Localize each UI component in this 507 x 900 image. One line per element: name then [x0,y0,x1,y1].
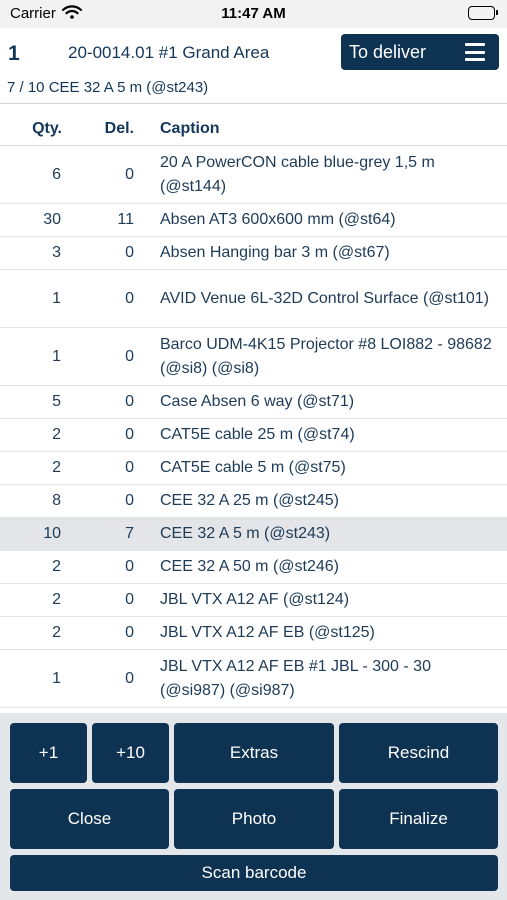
table-row[interactable]: 8 0 CEE 32 A 25 m (@st245) [0,485,507,518]
selected-item-summary: 7 / 10 CEE 32 A 5 m (@st243) [7,79,209,96]
table-row[interactable]: 1 0 AVID Venue 6L-32D Control Surface (@… [0,270,507,328]
battery-icon [468,6,498,20]
order-index: 1 [8,42,20,65]
table-row[interactable]: 6 0 20 A PowerCON cable blue-grey 1,5 m … [0,146,507,204]
row-delivered: 0 [125,244,134,261]
menu-icon [465,43,485,61]
row-delivered: 0 [125,393,134,410]
row-caption: Barco UDM-4K15 Projector #8 LOI882 - 986… [160,335,492,377]
row-qty: 1 [52,669,61,687]
table-row[interactable]: 30 11 Absen AT3 600x600 mm (@st64) [0,204,507,237]
row-delivered: 7 [125,525,134,542]
row-qty: 30 [43,211,61,228]
row-qty: 2 [52,558,61,575]
row-delivered: 0 [125,669,134,687]
row-caption: 20 A PowerCON cable blue-grey 1,5 m (@st… [160,153,435,195]
order-header: 1 20-0014.01 #1 Grand Area To deliver 7 … [0,28,507,104]
row-caption: AVID Venue 6L-32D Control Surface (@st10… [160,289,489,307]
table-row[interactable]: 2 0 CAT5E cable 25 m (@st74) [0,419,507,452]
status-menu-button[interactable]: To deliver [341,34,499,70]
row-caption: JBL VTX A12 AF EB #1 JBL - 300 - 30 (@si… [160,657,431,699]
row-qty: 2 [52,624,61,641]
table-row[interactable]: 3 0 Absen Hanging bar 3 m (@st67) [0,237,507,270]
row-delivered: 0 [125,591,134,608]
row-caption: JBL VTX A12 AF (@st124) [160,591,350,608]
close-button[interactable]: Close [10,789,169,849]
increment-1-button[interactable]: +1 [10,723,87,783]
row-delivered: 11 [117,211,134,228]
clock: 11:47 AM [221,5,286,22]
row-delivered: 0 [125,492,134,509]
row-caption: CAT5E cable 5 m (@st75) [160,459,346,476]
action-panel: +1 +10 Extras Rescind Close Photo Finali… [0,713,507,900]
row-caption: Absen Hanging bar 3 m (@st67) [160,244,390,261]
status-bar: Carrier 11:47 AM [0,0,507,28]
row-qty: 2 [52,459,61,476]
row-delivered: 0 [125,558,134,575]
row-delivered: 0 [125,165,134,183]
finalize-button[interactable]: Finalize [339,789,498,849]
row-delivered: 0 [125,624,134,641]
row-delivered: 0 [125,426,134,443]
row-qty: 5 [52,393,61,410]
table-row[interactable]: 5 0 Case Absen 6 way (@st71) [0,386,507,419]
row-caption: Case Absen 6 way (@st71) [160,393,355,410]
increment-10-button[interactable]: +10 [92,723,169,783]
row-delivered: 0 [125,459,134,476]
item-list: 6 0 20 A PowerCON cable blue-grey 1,5 m … [0,146,507,708]
table-row[interactable]: 1 0 Barco UDM-4K15 Projector #8 LOI882 -… [0,328,507,386]
row-caption: JBL VTX A12 AF EB (@st125) [160,624,375,641]
table-row-selected[interactable]: 10 7 CEE 32 A 5 m (@st243) [0,518,507,551]
rescind-button[interactable]: Rescind [339,723,498,783]
order-title: 20-0014.01 #1 Grand Area [68,43,270,62]
table-row[interactable]: 2 0 CAT5E cable 5 m (@st75) [0,452,507,485]
row-qty: 10 [43,525,61,542]
row-caption: CEE 32 A 5 m (@st243) [160,525,331,542]
table-row[interactable]: 2 0 JBL VTX A12 AF (@st124) [0,584,507,617]
row-qty: 2 [52,426,61,443]
row-delivered: 0 [125,347,134,365]
row-qty: 2 [52,591,61,608]
status-button-label: To deliver [349,42,427,62]
column-header-delivered[interactable]: Del. [92,120,134,138]
row-caption: Absen AT3 600x600 mm (@st64) [160,211,396,228]
row-caption: CEE 32 A 50 m (@st246) [160,558,339,575]
row-delivered: 0 [125,289,134,307]
row-qty: 1 [52,347,61,365]
table-row[interactable]: 2 0 JBL VTX A12 AF EB (@st125) [0,617,507,650]
column-header-qty[interactable]: Qty. [20,120,62,138]
row-qty: 6 [52,165,61,183]
table-row[interactable]: 2 0 CEE 32 A 50 m (@st246) [0,551,507,584]
table-header: Qty. Del. Caption [0,112,507,146]
photo-button[interactable]: Photo [174,789,334,849]
row-qty: 3 [52,244,61,261]
row-caption: CAT5E cable 25 m (@st74) [160,426,355,443]
table-row[interactable]: 1 0 JBL VTX A12 AF EB #1 JBL - 300 - 30 … [0,650,507,708]
row-qty: 1 [52,289,61,307]
row-caption: CEE 32 A 25 m (@st245) [160,492,339,509]
extras-button[interactable]: Extras [174,723,334,783]
row-qty: 8 [52,492,61,509]
scan-barcode-button[interactable]: Scan barcode [10,855,498,891]
column-header-caption[interactable]: Caption [160,120,220,138]
